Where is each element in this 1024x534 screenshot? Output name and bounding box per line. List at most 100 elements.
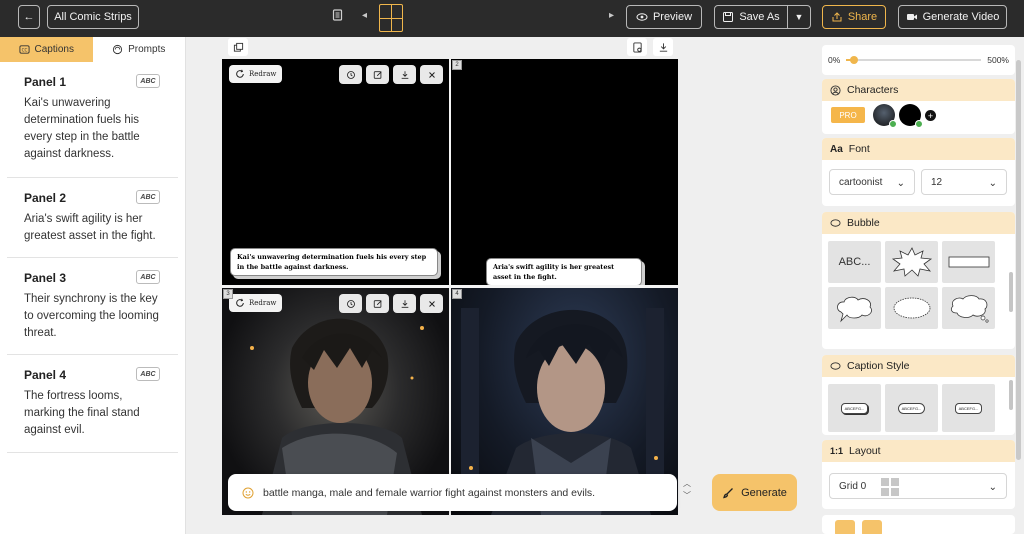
panel-number: 3 [223,289,233,299]
delete-button[interactable] [420,65,443,84]
panel-caption-item[interactable]: Panel 4 ABC The fortress looms, marking … [7,355,178,453]
close-icon [428,71,435,78]
chevron-down-icon[interactable]: ﹀ [678,490,696,502]
grid-layout-value: Grid 0 [839,480,867,492]
bubble-header[interactable]: Bubble [822,212,1015,234]
font-style-badge[interactable]: ABC [136,190,160,204]
comic-panel-1[interactable]: Redraw Kai's unwavering determination fu… [222,59,449,285]
bubble-section: Bubble ABC... [822,212,1015,349]
history-button[interactable] [339,65,362,84]
generate-label: Generate [741,486,787,499]
caption-style-option[interactable]: ABCEFG... [828,384,881,432]
layout-header[interactable]: 1:1 Layout [822,440,1015,462]
characters-header[interactable]: Characters [822,79,1015,101]
document-icon[interactable] [332,9,343,24]
speech-bubble[interactable]: Aria's swift agility is her greatest ass… [486,258,642,285]
panel-number: 2 [452,60,462,70]
panel-caption-item[interactable]: Panel 3 ABC Their synchrony is the key t… [7,258,178,355]
panel-caption-item[interactable]: Panel 2 ABC Aria's swift agility is her … [7,178,178,258]
user-circle-icon [830,84,841,96]
bubble-style-fuzzy[interactable] [885,287,938,329]
layout-thumbnail[interactable] [379,4,403,32]
tool-shortcut-1[interactable] [835,520,855,534]
share-button[interactable]: Share [822,5,886,29]
panel-caption-item[interactable]: Panel 1 ABC Kai's unwavering determinati… [7,62,178,178]
page-settings-button[interactable] [627,38,647,56]
save-as-button[interactable]: Save As [714,5,788,29]
zoom-slider[interactable] [846,56,982,64]
caption-style-section: Caption Style ABCEFG... ABCEFG... ABCEFG… [822,355,1015,435]
caption-style-header[interactable]: Caption Style [822,355,1015,377]
download-all-button[interactable] [653,38,673,56]
properties-panel: 0% 500% Characters PRO + Aa Font cartoon… [817,37,1024,534]
bubble-style-cloud[interactable] [828,287,881,329]
pro-badge[interactable]: PRO [831,107,865,123]
bubble-style-plain[interactable]: ABC... [828,241,881,283]
font-size-value: 12 [931,176,943,188]
captions-sidebar: CC Captions Prompts Panel 1 ABC Kai's un… [0,37,186,534]
history-button[interactable] [339,294,362,313]
add-character-icon[interactable]: + [925,110,936,121]
generate-button[interactable]: Generate [712,474,797,511]
zoom-handle[interactable] [850,56,859,64]
zoom-max-label: 500% [987,55,1009,65]
bubble-style-burst[interactable] [885,241,938,283]
font-style-badge[interactable]: ABC [136,367,160,381]
font-style-badge[interactable]: ABC [136,270,160,284]
characters-section: Characters PRO + [822,79,1015,134]
bubble-icon [830,218,841,227]
edit-button[interactable] [366,65,389,84]
edit-button[interactable] [366,294,389,313]
chevron-up-icon[interactable]: ︿ [678,478,696,490]
caption-style-option[interactable]: ABCEFG... [942,384,995,432]
delete-button[interactable] [420,294,443,313]
selected-check-icon [915,120,923,128]
font-header[interactable]: Aa Font [822,138,1015,160]
caption-sample: ABCEFG... [954,402,983,414]
prompt-text[interactable]: battle manga, male and female warrior fi… [263,487,595,499]
font-family-select[interactable]: cartoonist ⌄ [829,169,915,195]
redraw-label: Redraw [249,70,277,78]
next-layout-icon[interactable]: ▸ [609,10,614,21]
generate-video-button[interactable]: Generate Video [898,5,1007,29]
redraw-button[interactable]: Redraw [229,294,283,312]
comic-panel-2[interactable]: 2 Aria's swift agility is her greatest a… [451,59,678,285]
save-options-dropdown[interactable]: ▼ [787,5,811,29]
bubble-scrollbar[interactable] [1009,272,1013,312]
chevron-down-icon: ⌄ [988,178,997,189]
caret-down-icon: ▼ [794,12,804,22]
download-button[interactable] [393,65,416,84]
caption-style-title: Caption Style [847,360,910,372]
panel-caption-text[interactable]: Their synchrony is the key to overcoming… [24,291,164,342]
all-comic-strips-button[interactable]: All Comic Strips [47,5,139,29]
tab-captions[interactable]: CC Captions [0,37,93,62]
panel-caption-text[interactable]: The fortress looms, marking the final st… [24,388,164,439]
chevron-down-icon: ⌄ [896,178,905,189]
font-size-select[interactable]: 12 ⌄ [921,169,1007,195]
tool-shortcut-2[interactable] [862,520,882,534]
bubble-style-thought[interactable] [942,287,995,329]
prompt-bar[interactable]: battle manga, male and female warrior fi… [228,474,677,511]
caption-style-scrollbar[interactable] [1009,380,1013,410]
preview-button[interactable]: Preview [626,5,702,29]
font-style-badge[interactable]: ABC [136,74,160,88]
save-icon [723,12,734,22]
back-button[interactable]: ← [18,5,40,29]
speech-bubble[interactable]: Kai's unwavering determination fuels his… [230,248,438,276]
tab-prompts[interactable]: Prompts [93,37,186,62]
duplicate-button[interactable] [228,38,248,56]
preview-label: Preview [652,11,693,23]
zoom-min-label: 0% [828,55,841,65]
previous-layout-icon[interactable]: ◂ [362,10,367,21]
redraw-button[interactable]: Redraw [229,65,283,83]
caption-style-option[interactable]: ABCEFG... [885,384,938,432]
grid-layout-select[interactable]: Grid 0 ⌄ [829,473,1007,499]
download-icon [659,42,667,52]
video-camera-icon [906,14,917,20]
bubble-style-box[interactable] [942,241,995,283]
download-button[interactable] [393,294,416,313]
properties-scrollbar[interactable] [1016,60,1021,460]
panel-number: 4 [452,289,462,299]
panel-caption-text[interactable]: Aria's swift agility is her greatest ass… [24,211,164,245]
panel-caption-text[interactable]: Kai's unwavering determination fuels his… [24,95,164,163]
